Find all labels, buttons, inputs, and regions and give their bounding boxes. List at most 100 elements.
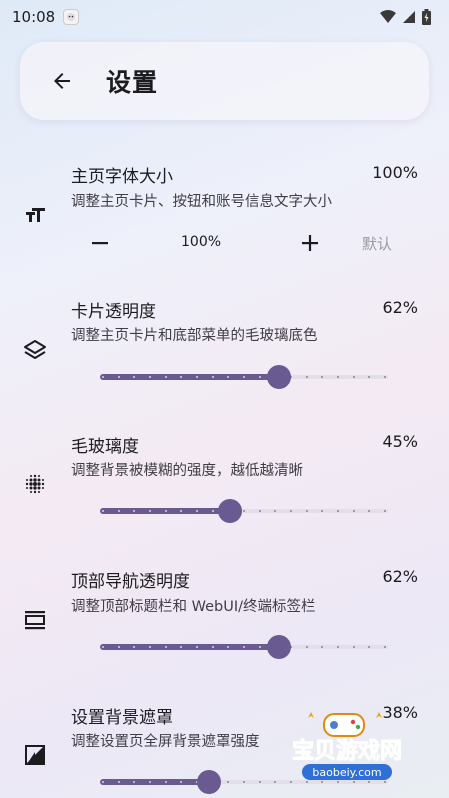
slider-tick <box>305 510 308 512</box>
slider-tick <box>227 376 230 378</box>
setting-title: 卡片透明度 <box>71 302 156 322</box>
slider-tick <box>290 510 292 512</box>
minus-icon <box>92 242 108 245</box>
reset-default-button[interactable]: 默认 <box>362 233 392 254</box>
setting-desc: 调整主页卡片和底部菜单的毛玻璃底色 <box>71 328 318 344</box>
slider-tick <box>164 376 167 378</box>
text-size-icon <box>22 202 48 228</box>
slider-tick <box>117 376 120 378</box>
slider-tick <box>133 781 136 783</box>
slider-tick <box>243 781 245 783</box>
slider-tick <box>258 510 261 512</box>
arrow-back-icon <box>54 73 70 89</box>
setting-desc: 调整背景被模糊的强度，越低越清晰 <box>71 463 303 479</box>
slider-tick <box>258 781 261 783</box>
slider-tick <box>117 781 120 783</box>
stepper-value: 100% <box>181 234 222 250</box>
layers-icon <box>22 337 48 363</box>
slider-tick <box>384 376 386 378</box>
slider-tick <box>102 376 104 378</box>
slider-thumb[interactable] <box>218 499 242 523</box>
top-bar-opacity-slider[interactable] <box>100 634 388 660</box>
slider-tick <box>305 646 308 648</box>
slider-tick <box>337 510 339 512</box>
slider-tick <box>211 646 214 648</box>
gamepad-icon <box>308 712 382 737</box>
setting-title: 顶部导航透明度 <box>71 572 190 592</box>
blur-slider[interactable] <box>100 498 388 524</box>
setting-title: 设置背景遮罩 <box>71 708 173 728</box>
slider-tick <box>384 510 386 512</box>
slider-tick <box>337 376 339 378</box>
decrease-button[interactable] <box>89 232 111 254</box>
slider-tick <box>196 510 198 512</box>
slider-tick <box>258 646 261 648</box>
slider-tick <box>180 646 183 648</box>
slider-tick <box>258 376 261 378</box>
status-time: 10:08 <box>12 8 56 26</box>
slider-tick <box>102 646 104 648</box>
setting-title: 主页字体大小 <box>71 167 173 187</box>
app-notification-icon <box>63 9 80 25</box>
slider-tick <box>227 781 230 783</box>
slider-tick <box>305 376 308 378</box>
contrast-icon <box>22 742 48 768</box>
setting-value: 100% <box>372 163 418 182</box>
header-card: 设置 <box>20 42 429 120</box>
slider-ticks <box>100 646 388 648</box>
slider-tick <box>352 510 355 512</box>
card-opacity-slider[interactable] <box>100 364 388 390</box>
slider-tick <box>164 781 167 783</box>
slider-tick <box>149 646 151 648</box>
slider-thumb[interactable] <box>197 770 221 794</box>
top-bar-icon <box>22 607 48 633</box>
slider-ticks <box>100 376 388 378</box>
back-button[interactable] <box>42 61 82 101</box>
slider-tick <box>352 376 355 378</box>
wifi-icon <box>380 10 396 23</box>
watermark-text: 宝贝游戏网 <box>292 738 402 764</box>
setting-title: 毛玻璃度 <box>71 437 139 457</box>
slider-tick <box>243 646 245 648</box>
status-right <box>380 9 431 25</box>
signal-icon <box>403 11 415 23</box>
slider-tick <box>149 510 151 512</box>
slider-tick <box>352 646 355 648</box>
setting-desc: 调整主页卡片、按钮和账号信息文字大小 <box>71 194 332 210</box>
blur-icon <box>22 471 48 497</box>
slider-tick <box>211 376 214 378</box>
increase-button[interactable] <box>299 232 321 254</box>
slider-tick <box>321 510 324 512</box>
font-size-stepper: 100% 默认 <box>71 232 421 254</box>
setting-value: 62% <box>382 567 418 586</box>
slider-tick <box>117 646 120 648</box>
slider-tick <box>117 510 120 512</box>
setting-desc: 调整顶部标题栏和 WebUI/终端标签栏 <box>71 599 316 615</box>
slider-tick <box>164 646 167 648</box>
slider-tick <box>227 646 230 648</box>
page-title: 设置 <box>106 68 159 97</box>
slider-tick <box>133 646 136 648</box>
slider-tick <box>180 781 183 783</box>
slider-tick <box>164 510 167 512</box>
slider-thumb[interactable] <box>267 635 291 659</box>
setting-value: 45% <box>382 432 418 451</box>
slider-tick <box>180 510 183 512</box>
slider-ticks <box>100 510 388 512</box>
slider-tick <box>196 646 198 648</box>
slider-tick <box>102 781 104 783</box>
status-left: 10:08 <box>12 8 80 26</box>
slider-tick <box>321 376 324 378</box>
slider-tick <box>133 510 136 512</box>
slider-tick <box>196 376 198 378</box>
status-bar: 10:08 <box>0 0 449 34</box>
slider-tick <box>180 376 183 378</box>
slider-tick <box>243 376 245 378</box>
slider-tick <box>243 510 245 512</box>
setting-value: 62% <box>382 298 418 317</box>
slider-tick <box>368 376 371 378</box>
slider-tick <box>149 781 151 783</box>
slider-thumb[interactable] <box>267 365 291 389</box>
slider-tick <box>337 646 339 648</box>
battery-icon <box>422 9 431 25</box>
